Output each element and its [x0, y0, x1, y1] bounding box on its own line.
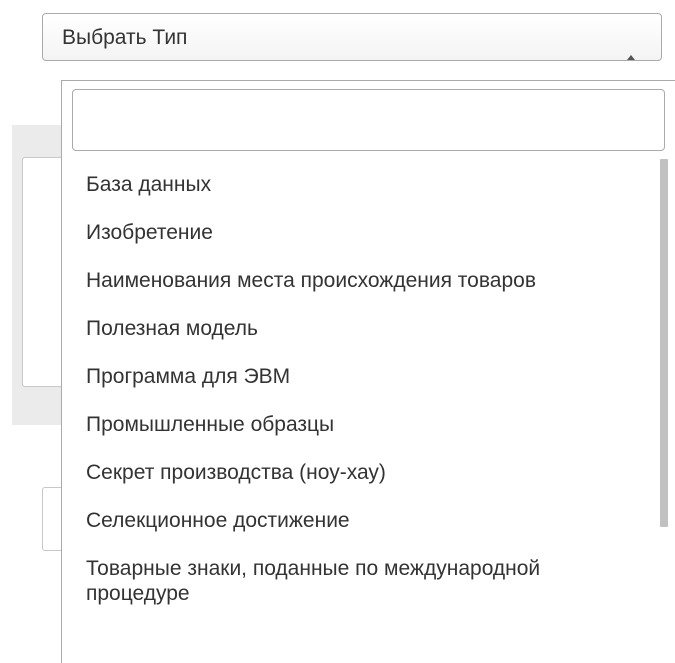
type-dropdown: База данных Изобретение Наименования мес… — [61, 80, 675, 663]
option-international-trademarks[interactable]: Товарные знаки, поданные по международно… — [62, 545, 652, 618]
dropdown-scrollbar[interactable] — [656, 157, 673, 663]
option-computer-program[interactable]: Программа для ЭВМ — [62, 353, 652, 401]
option-appellation-of-origin[interactable]: Наименования места происхождения товаров — [62, 257, 652, 305]
page: Выбрать Тип База данных Изобретение Наим… — [0, 0, 675, 663]
option-know-how[interactable]: Секрет производства (ноу-хау) — [62, 449, 652, 497]
dropdown-search-input[interactable] — [73, 90, 664, 150]
scrollbar-thumb[interactable] — [660, 159, 668, 527]
option-invention[interactable]: Изобретение — [62, 209, 652, 257]
option-database[interactable]: База данных — [62, 161, 652, 209]
type-select-label: Выбрать Тип — [62, 26, 188, 49]
option-industrial-design[interactable]: Промышленные образцы — [62, 401, 652, 449]
dropdown-search[interactable] — [72, 89, 665, 151]
option-list: База данных Изобретение Наименования мес… — [62, 161, 652, 618]
option-breeding-achievement[interactable]: Селекционное достижение — [62, 497, 652, 545]
type-select[interactable]: Выбрать Тип — [42, 13, 662, 61]
option-utility-model[interactable]: Полезная модель — [62, 305, 652, 353]
caret-up-icon — [627, 55, 635, 60]
